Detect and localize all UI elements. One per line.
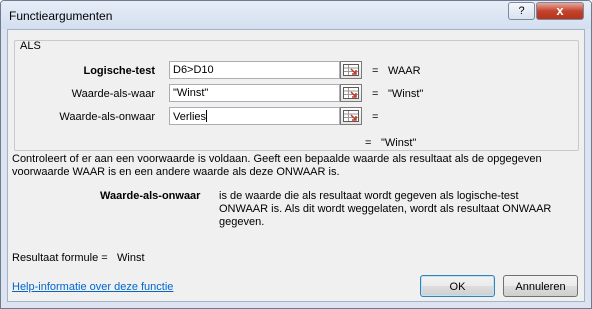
formula-result-value: Winst [117,252,145,264]
arg-label-waarde-als-waar: Waarde-als-waar [71,88,155,100]
waarde-als-onwaar-input[interactable]: Verlies [169,107,340,125]
arg-label-waarde-als-onwaar: Waarde-als-onwaar [59,111,155,123]
collapse-dialog-icon [343,64,359,76]
function-description: Controleert of er aan een voorwaarde is … [12,153,542,178]
waarde-als-waar-input[interactable]: "Winst" [169,84,340,102]
equals-sign: = [372,65,379,77]
function-arguments-dialog: Functieargumenten ? x ALS Logische-test … [0,0,592,309]
collapse-dialog-icon [343,87,359,99]
collapse-dialog-icon [343,110,359,122]
argument-description-text: is de waarde die als resultaat wordt geg… [219,190,552,228]
ok-button[interactable]: OK [420,275,495,297]
arg-label-logische-test: Logische-test [83,65,155,77]
help-link[interactable]: Help-informatie over deze functie [12,281,173,293]
dialog-body: ALS Logische-test D6>D10 = WAAR Waarde-a… [7,29,585,302]
collapse-dialog-button-waarde-als-onwaar[interactable] [340,107,362,125]
logische-test-result: WAAR [388,65,421,77]
collapse-dialog-button-waarde-als-waar[interactable] [340,84,362,102]
waarde-als-onwaar-value: Verlies [173,111,207,123]
cancel-button[interactable]: Annuleren [503,275,578,297]
equals-sign: = [372,88,379,100]
function-name: ALS [20,40,41,52]
logische-test-input[interactable]: D6>D10 [169,61,340,79]
function-argument-group: ALS Logische-test D6>D10 = WAAR Waarde-a… [14,40,579,151]
function-result: "Winst" [381,137,417,149]
formula-result-label: Resultaat formule = [12,252,108,264]
equals-sign: = [372,111,379,123]
help-title-button[interactable]: ? [508,2,535,20]
close-button[interactable]: x [536,2,584,20]
collapse-dialog-button-logische-test[interactable] [340,61,362,79]
waarde-als-waar-result: "Winst" [388,88,424,100]
dialog-title: Functieargumenten [9,9,113,23]
title-bar: Functieargumenten ? x [1,1,591,29]
equals-sign: = [365,137,372,149]
argument-description-name: Waarde-als-onwaar [100,190,201,202]
text-caret [206,110,208,122]
